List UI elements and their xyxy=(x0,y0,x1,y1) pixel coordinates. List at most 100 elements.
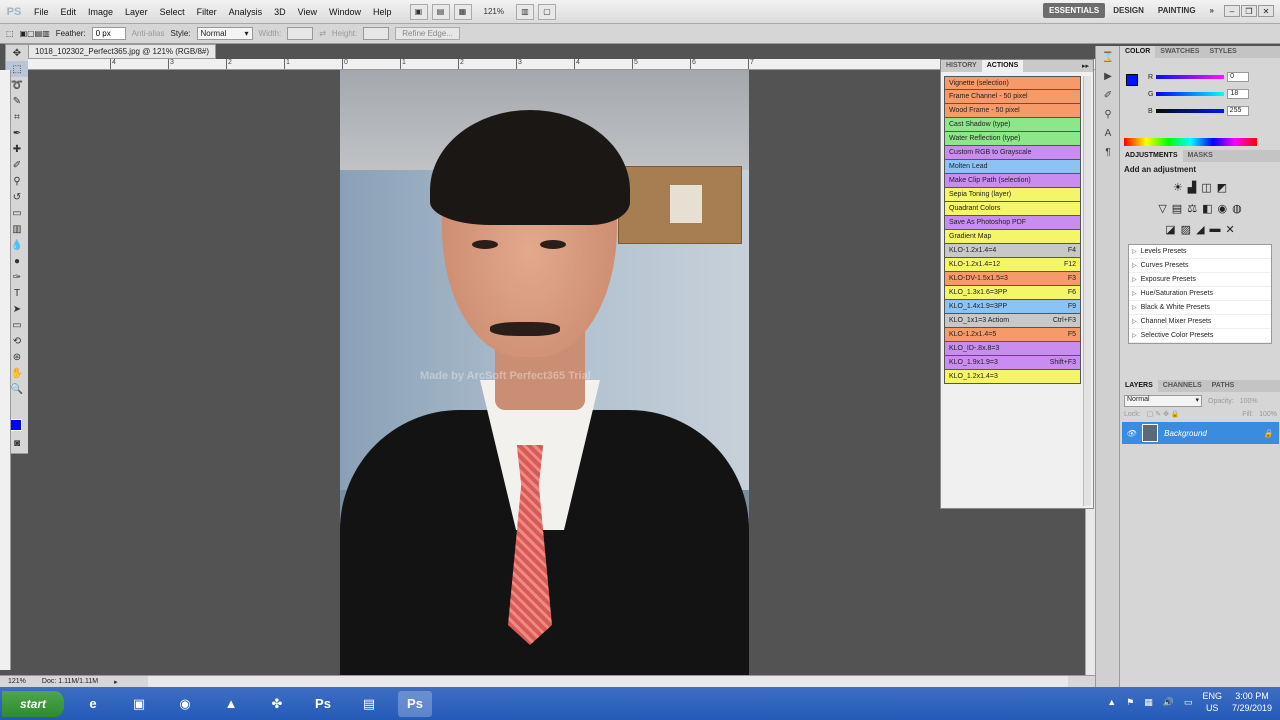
history-panel-icon[interactable]: ⌛ xyxy=(1098,49,1118,65)
arrange-documents-icon[interactable]: ▥ xyxy=(515,3,534,20)
restore-icon[interactable]: ❐ xyxy=(1241,5,1257,17)
tab-channels[interactable]: CHANNELS xyxy=(1158,380,1207,392)
action-item[interactable]: Sepia Toning (layer) xyxy=(944,188,1081,202)
tab-swatches[interactable]: SWATCHES xyxy=(1155,46,1204,58)
preset-curves[interactable]: Curves Presets xyxy=(1129,259,1271,273)
chrome-icon[interactable]: ◉ xyxy=(168,691,202,717)
posterize-icon[interactable]: ▨ xyxy=(1181,223,1191,236)
preset-black-white[interactable]: Black & White Presets xyxy=(1129,301,1271,315)
threshold-icon[interactable]: ◢ xyxy=(1196,223,1204,236)
workspace-more[interactable]: » xyxy=(1204,3,1220,18)
brush-panel-icon[interactable]: ✐ xyxy=(1098,87,1118,103)
red-slider[interactable] xyxy=(1156,75,1225,79)
workspace-essentials[interactable]: ESSENTIALS xyxy=(1043,3,1106,18)
selective-color-icon[interactable]: ✕ xyxy=(1226,223,1235,236)
blend-mode-select[interactable]: Normal ▾ xyxy=(1124,395,1202,407)
tab-adjustments[interactable]: ADJUSTMENTS xyxy=(1120,150,1183,162)
curves-icon[interactable]: ◫ xyxy=(1201,181,1211,194)
swap-icon[interactable]: ⇄ xyxy=(319,29,326,38)
horizontal-ruler[interactable]: 4 3 2 1 0 1 2 3 4 5 6 7 xyxy=(28,59,1095,70)
brightness-icon[interactable]: ☀ xyxy=(1173,181,1183,194)
antialias-checkbox[interactable]: Anti-alias xyxy=(132,29,165,38)
status-doc-size[interactable]: Doc: 1.11M/1.11M xyxy=(42,678,98,685)
creative-icon[interactable]: ✤ xyxy=(260,691,294,717)
internet-explorer-icon[interactable]: e xyxy=(76,691,110,717)
gradient-map-icon[interactable]: ▬ xyxy=(1210,223,1221,236)
bridge-icon[interactable]: ▣ xyxy=(409,3,428,20)
action-item[interactable]: Quadrant Colors xyxy=(944,202,1081,216)
foreground-color-swatch[interactable] xyxy=(1126,74,1138,86)
paragraph-panel-icon[interactable]: ¶ xyxy=(1098,144,1118,160)
action-item[interactable]: Water Reflection (type) xyxy=(944,132,1081,146)
action-item[interactable]: KLO-1.2x1.4=4 F4 xyxy=(944,244,1081,258)
menu-filter[interactable]: Filter xyxy=(191,7,223,17)
preset-hue-saturation[interactable]: Hue/Saturation Presets xyxy=(1129,287,1271,301)
green-slider[interactable] xyxy=(1156,92,1225,96)
action-item[interactable]: Custom RGB to Grayscale xyxy=(944,146,1081,160)
foreground-color-swatch[interactable] xyxy=(10,419,22,431)
action-item[interactable]: KLO_1.2x1.4=3 xyxy=(944,370,1081,384)
blue-value[interactable]: 255 xyxy=(1226,106,1249,116)
blue-slider[interactable] xyxy=(1155,109,1224,113)
action-item[interactable]: Wood Frame - 50 pixel xyxy=(944,104,1081,118)
actions-panel-icon[interactable]: ▶ xyxy=(1098,68,1118,84)
menu-view[interactable]: View xyxy=(292,7,323,17)
exposure-icon[interactable]: ◩ xyxy=(1217,181,1227,194)
action-item[interactable]: Molten Lead xyxy=(944,160,1081,174)
layer-name[interactable]: Background xyxy=(1164,429,1207,438)
volume-icon[interactable]: 🔊 xyxy=(1163,697,1174,708)
clone-source-icon[interactable]: ⚲ xyxy=(1098,106,1118,122)
feather-input[interactable] xyxy=(91,27,126,40)
tab-actions[interactable]: ACTIONS xyxy=(981,60,1024,72)
red-value[interactable]: 0 xyxy=(1227,72,1250,82)
action-item[interactable]: KLO_1.3x1.6=3PP F6 xyxy=(944,286,1081,300)
photo-filter-icon[interactable]: ◉ xyxy=(1217,202,1227,215)
invert-icon[interactable]: ◪ xyxy=(1165,223,1175,236)
action-item[interactable]: Vignette (selection) xyxy=(944,76,1081,90)
tray-expand-icon[interactable]: ▲ xyxy=(1107,697,1116,707)
photoshop-active-taskbar-icon[interactable]: Ps xyxy=(398,690,432,717)
clock[interactable]: 3:00 PM 7/29/2019 xyxy=(1232,690,1272,714)
height-input[interactable] xyxy=(363,27,390,40)
eye-icon[interactable]: 👁 xyxy=(1126,429,1136,438)
move-tool-icon[interactable]: ✥ xyxy=(6,45,28,61)
menu-analysis[interactable]: Analysis xyxy=(223,7,269,17)
channel-mixer-icon[interactable]: ◍ xyxy=(1232,202,1242,215)
status-arrow-icon[interactable]: ▸ xyxy=(114,678,118,686)
action-item[interactable]: Make Clip Path (selection) xyxy=(944,174,1081,188)
lock-icons[interactable]: ▢ ✎ ✥ 🔒 xyxy=(1147,410,1180,418)
tab-history[interactable]: HISTORY xyxy=(941,60,982,72)
tab-paths[interactable]: PATHS xyxy=(1207,380,1240,392)
menu-window[interactable]: Window xyxy=(323,7,367,17)
menu-layer[interactable]: Layer xyxy=(119,7,154,17)
store-icon[interactable]: ▣ xyxy=(122,691,156,717)
action-item[interactable]: Save As Photoshop PDF xyxy=(944,216,1081,230)
language-indicator[interactable]: ENG US xyxy=(1202,690,1222,714)
workspace-painting[interactable]: PAINTING xyxy=(1152,3,1202,18)
screen-mode-icon[interactable]: ▢ xyxy=(537,3,556,20)
tab-styles[interactable]: STYLES xyxy=(1204,46,1241,58)
marquee-tool-icon[interactable]: ⬚ xyxy=(6,29,14,38)
action-item[interactable]: Gradient Map xyxy=(944,230,1081,244)
minibridge-icon[interactable]: ▤ xyxy=(431,3,450,20)
preset-levels[interactable]: Levels Presets xyxy=(1129,245,1271,259)
action-item[interactable]: KLO_1x1=3 Actiom Ctrl+F3 xyxy=(944,314,1081,328)
width-input[interactable] xyxy=(287,27,314,40)
menu-image[interactable]: Image xyxy=(82,7,119,17)
close-icon[interactable]: ✕ xyxy=(1258,5,1274,17)
tab-masks[interactable]: MASKS xyxy=(1183,150,1218,162)
start-button[interactable]: start xyxy=(2,690,64,717)
action-item[interactable]: KLO-DV-1.5x1.5=3 F3 xyxy=(944,272,1081,286)
action-item[interactable]: Frame Channel - 50 pixel xyxy=(944,90,1081,104)
color-spectrum[interactable] xyxy=(1124,138,1257,146)
flag-icon[interactable]: ⚑ xyxy=(1126,697,1134,708)
action-item[interactable]: Cast Shadow (type) xyxy=(944,118,1081,132)
workspace-design[interactable]: DESIGN xyxy=(1107,3,1150,18)
actions-scrollbar[interactable] xyxy=(1083,76,1091,506)
app-icon[interactable]: ▲ xyxy=(214,691,248,717)
menu-3d[interactable]: 3D xyxy=(268,7,292,17)
menu-select[interactable]: Select xyxy=(154,7,191,17)
status-zoom[interactable]: 121% xyxy=(8,678,26,685)
color-balance-icon[interactable]: ⚖ xyxy=(1187,202,1197,215)
vertical-ruler[interactable] xyxy=(0,70,11,670)
